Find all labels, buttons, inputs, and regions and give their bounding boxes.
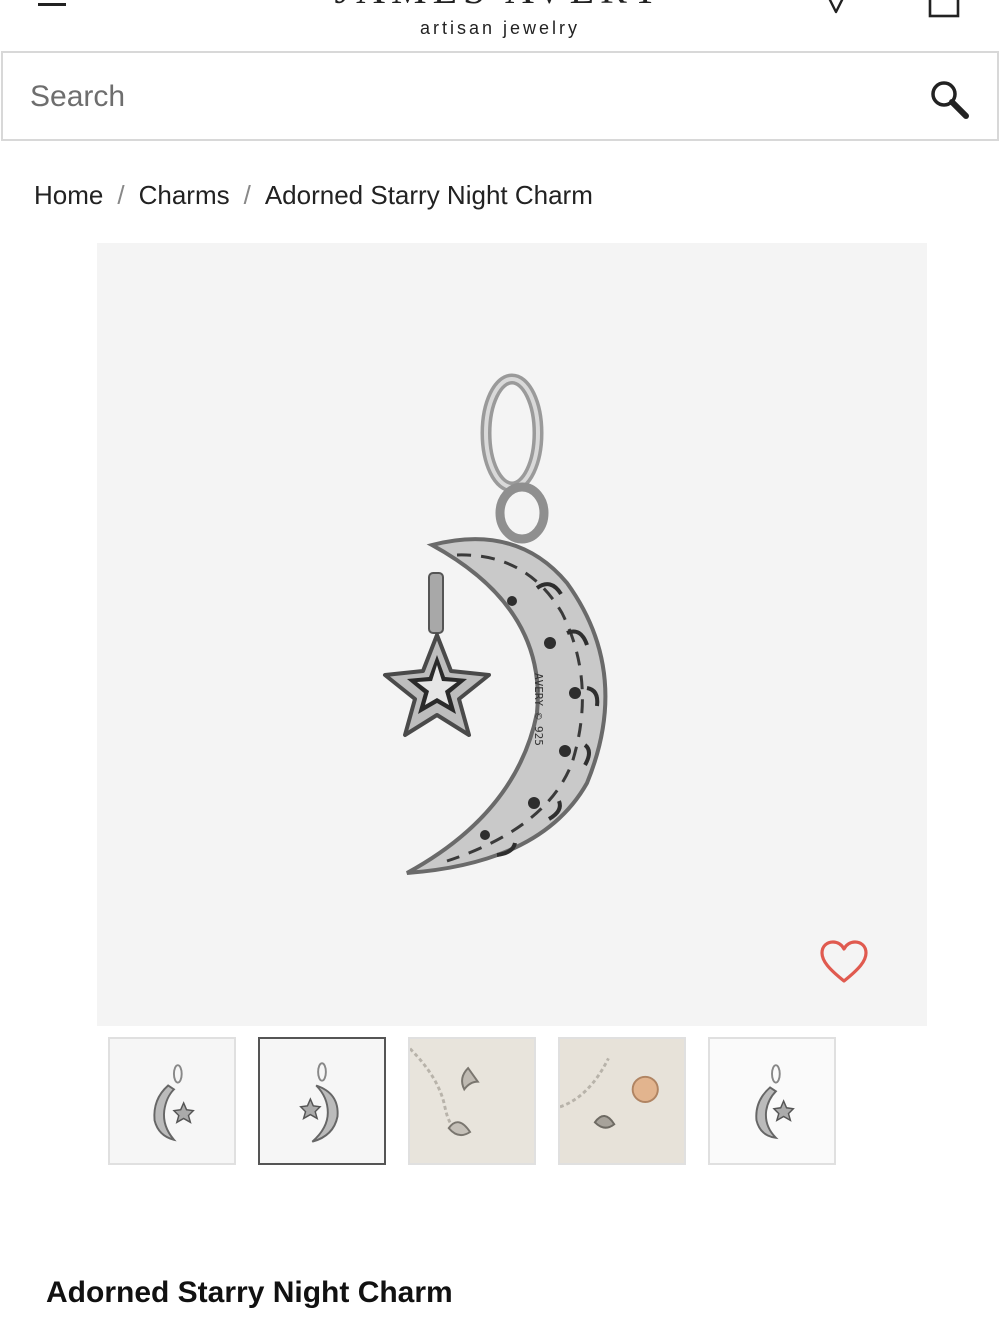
shopping-bag-icon[interactable] <box>928 0 960 18</box>
heart-icon[interactable] <box>819 939 869 985</box>
site-logo[interactable]: JAMES AVERY artisan jewelry <box>330 0 670 40</box>
thumb-detail-view[interactable] <box>708 1037 836 1165</box>
breadcrumb-current: Adorned Starry Night Charm <box>264 179 593 210</box>
breadcrumb-charms[interactable]: Charms <box>139 180 230 211</box>
product-title: Adorned Starry Night Charm <box>46 1276 453 1309</box>
engraving-text: AVERY © 925 <box>532 673 545 746</box>
thumb-bracelet-image <box>410 1039 534 1163</box>
menu-icon[interactable] <box>38 0 66 10</box>
logo-main-text: JAMES AVERY <box>330 0 670 10</box>
thumb-bracelet-view[interactable] <box>408 1037 536 1165</box>
breadcrumb-home[interactable]: Home <box>34 180 103 211</box>
thumb-front-image <box>110 1039 234 1163</box>
search-bar <box>1 51 999 141</box>
location-pin-icon[interactable] <box>822 0 850 18</box>
thumb-back-image <box>260 1039 384 1163</box>
logo-sub-text: artisan jewelry <box>419 18 581 38</box>
thumb-gold-bracelet-image <box>560 1039 684 1163</box>
thumb-back-view[interactable] <box>258 1037 386 1165</box>
breadcrumb: Home / Charms / Adorned Starry Night Cha… <box>34 178 593 212</box>
search-icon[interactable] <box>927 77 971 121</box>
breadcrumb-separator: / <box>243 179 251 210</box>
thumb-front-view[interactable] <box>108 1037 236 1165</box>
site-header: JAMES AVERY artisan jewelry <box>0 0 1000 50</box>
search-input[interactable] <box>30 73 890 121</box>
thumbnail-strip <box>108 1037 868 1165</box>
thumb-detail-image <box>710 1039 834 1163</box>
product-main-image[interactable]: AVERY © 925 <box>97 243 927 1026</box>
thumb-gold-bracelet-view[interactable] <box>558 1037 686 1165</box>
breadcrumb-separator: / <box>117 179 125 210</box>
charm-image: AVERY © 925 <box>383 373 608 875</box>
